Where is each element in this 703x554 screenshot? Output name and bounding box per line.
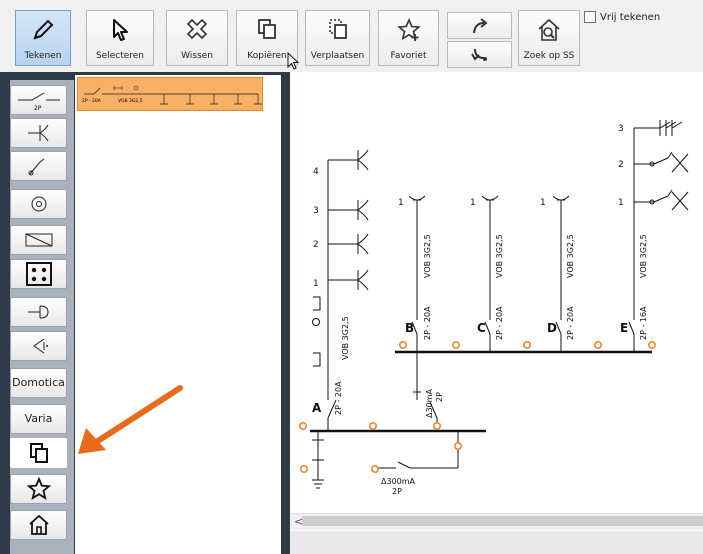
redo-button[interactable] [447,12,512,39]
star-add-icon [396,17,421,41]
cursor-icon [113,19,128,41]
domotica-label: Domotica [12,376,65,389]
undo-icon [470,48,487,61]
draw-button[interactable]: Tekenen [15,10,71,66]
schematic-drawing: A B C D E 4 3 2 1 1 1 1 3 2 1 Δ300mA 2P … [298,120,689,496]
palette-copy-tab[interactable] [10,438,67,468]
select-button[interactable]: Selecteren [86,10,154,66]
circuit-label-e: E [620,321,628,335]
palette-pushbutton[interactable] [10,297,67,327]
breaker-c-label: 2P - 20A [495,306,504,340]
pushbutton-symbol-icon [27,305,49,319]
canvas-footer [290,531,703,554]
move-label: Verplaatsen [310,51,365,61]
close-icon [186,18,208,40]
panel-symbol-icon [25,233,52,247]
favorite-cable-text: VOB 3G2,5 [118,98,143,104]
a-point-2: 2 [313,240,319,250]
undo-button[interactable] [447,41,512,68]
rcd-main-label: Δ300mA [381,477,416,486]
cable-a-label: VOB 3G2,5 [341,316,350,360]
favorite-breaker-text: 2P - 20A [82,98,102,104]
palette-speaker[interactable] [10,331,67,361]
socket-symbol-icon [27,124,48,142]
circuit-label-a: A [312,401,322,415]
switch-2p-text: 2P [34,105,42,112]
draw-label: Tekenen [24,51,62,61]
a-point-3: 3 [313,206,319,216]
e-point-2: 2 [618,160,624,170]
select-label: Selecteren [95,51,145,61]
delete-label: Wissen [181,51,213,61]
copy-icon [29,443,48,463]
delete-button[interactable]: Wissen [166,10,228,66]
house-search-icon [538,18,560,41]
copy-icon [258,19,276,39]
rcd-main-poles: 2P [392,487,402,496]
switch-symbol-icon [28,158,44,176]
rcd-sub-label: Δ30mA [425,389,434,418]
palette-domotica[interactable]: Domotica [10,368,67,398]
mouse-cursor-icon [287,52,300,70]
breaker-e-label: 2P - 16A [639,306,648,340]
circuit-label-b: B [405,321,414,335]
favorite-item[interactable]: 2P - 20A VOB 3G2,5 [77,77,263,111]
redo-icon [472,18,488,34]
speaker-symbol-icon [32,338,48,354]
d-point-1: 1 [540,198,546,208]
toolbar: Tekenen Selecteren Wissen Kopiëren Verpl… [0,0,703,72]
cable-c-label: VOB 3G2,5 [495,234,504,278]
palette-switch-2p[interactable]: 2P [10,85,67,115]
orange-arrow-icon [78,385,183,454]
scrollbar-thumb[interactable] [302,516,703,526]
favorite-preview-schematic: 2P - 20A VOB 3G2,5 [82,85,262,105]
favorites-panel [75,75,281,554]
palette-panel[interactable] [10,225,67,255]
b-point-1: 1 [398,198,404,208]
lamp-symbol-icon [31,196,46,212]
circuit-label-d: D [547,321,557,335]
c-point-1: 1 [470,198,476,208]
a-point-4: 4 [313,167,319,177]
circuit-label-c: C [477,321,486,335]
box-symbol-icon [25,262,52,286]
free-draw-label: Vrij tekenen [600,12,661,23]
varia-label: Varia [24,412,53,425]
palette-house-tab[interactable] [10,510,67,540]
a-point-1: 1 [313,279,319,289]
search-ss-label: Zoek op SS [523,51,575,61]
breaker-a-label: 2P - 20A [334,381,343,415]
palette-favorites-tab[interactable] [10,474,67,504]
search-ss-button[interactable]: Zoek op SS [518,10,580,66]
e-point-1: 1 [618,198,624,208]
cable-b-label: VOB 3G2,5 [423,234,432,278]
checkbox-box[interactable] [584,11,596,23]
favorite-label: Favoriet [390,51,427,61]
cable-d-label: VOB 3G2,5 [566,234,575,278]
rcd-sub-poles: 2P [435,392,444,402]
cable-e-label: VOB 3G2,5 [639,234,648,278]
palette-socket[interactable] [10,118,67,148]
pencil-icon [33,19,54,40]
palette-varia[interactable]: Varia [10,404,67,434]
switch-2p-icon: 2P [17,92,60,112]
star-icon [26,477,51,500]
e-point-3: 3 [618,124,624,134]
free-draw-checkbox[interactable]: Vrij tekenen [584,11,660,27]
palette-light[interactable] [10,189,67,219]
favorite-button[interactable]: Favoriet [378,10,439,66]
house-icon [28,514,49,535]
breaker-d-label: 2P - 20A [566,306,575,340]
drawing-canvas[interactable]: A B C D E 4 3 2 1 1 1 1 3 2 1 Δ300mA 2P … [290,72,703,554]
move-button[interactable]: Verplaatsen [305,10,370,66]
breaker-b-label: 2P - 20A [423,306,432,340]
move-icon [328,19,347,39]
palette-switch[interactable] [10,151,67,181]
palette-box[interactable] [10,259,67,289]
